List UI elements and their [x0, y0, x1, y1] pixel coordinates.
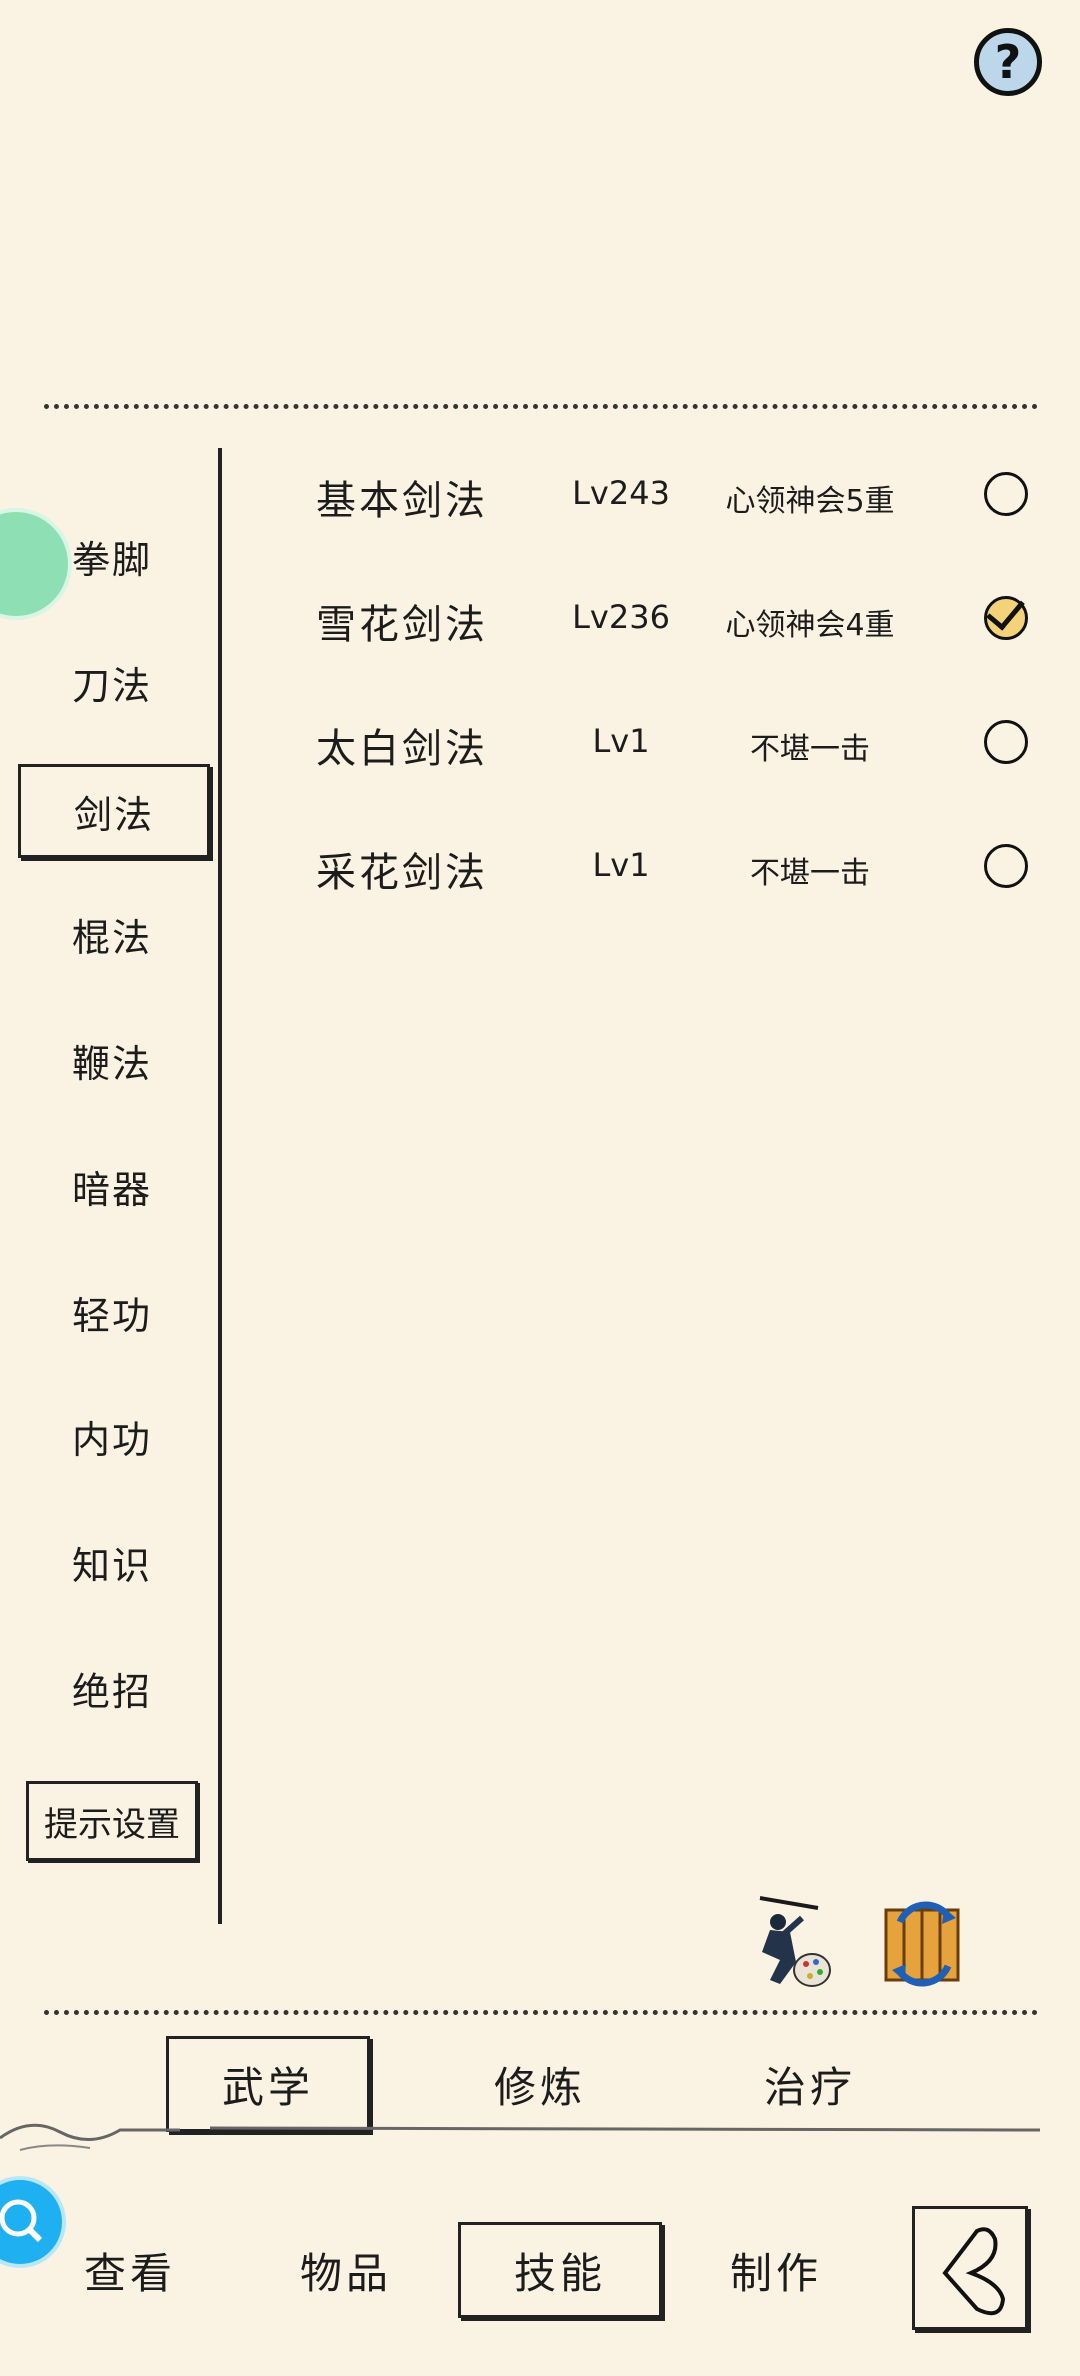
category-anqi[interactable]: 暗器	[30, 1150, 194, 1222]
sidebar-divider	[218, 448, 222, 1924]
skill-row[interactable]: 雪花剑法 Lv236 心领神会4重	[300, 572, 1040, 662]
back-arrow-icon	[942, 2227, 1006, 2316]
nav-jineng[interactable]: 技能	[458, 2222, 662, 2318]
nav-label: 制作	[729, 2248, 822, 2298]
category-label: 内功	[71, 1417, 152, 1462]
divider-top	[44, 404, 1038, 409]
category-daofa[interactable]: 刀法	[30, 646, 194, 718]
scroll-swap-icon[interactable]	[876, 1892, 972, 1992]
category-label: 暗器	[71, 1167, 152, 1212]
category-bianfa[interactable]: 鞭法	[30, 1024, 194, 1096]
category-label: 拳脚	[71, 537, 152, 582]
category-label: 鞭法	[71, 1041, 152, 1086]
nav-label: 物品	[299, 2248, 392, 2298]
skill-rank: 心领神会4重	[725, 608, 895, 643]
back-button[interactable]	[912, 2206, 1028, 2330]
category-label: 刀法	[71, 663, 152, 708]
skill-row[interactable]: 太白剑法 Lv1 不堪一击	[300, 696, 1040, 786]
skill-name: 雪花剑法	[316, 602, 488, 648]
category-label: 绝招	[71, 1669, 152, 1714]
nav-zhizuo[interactable]: 制作	[686, 2222, 866, 2318]
skill-level: Lv236	[572, 598, 670, 636]
skill-level: Lv243	[572, 474, 670, 512]
skill-name: 太白剑法	[316, 726, 488, 772]
skill-rank: 不堪一击	[750, 732, 870, 767]
nav-label: 查看	[83, 2248, 176, 2298]
category-zhishi[interactable]: 知识	[30, 1526, 194, 1598]
category-qinggong[interactable]: 轻功	[30, 1276, 194, 1348]
skill-level: Lv1	[592, 722, 650, 760]
skill-select-radio[interactable]	[984, 720, 1028, 764]
divider-bottom	[44, 2010, 1038, 2015]
help-button[interactable]: ?	[974, 28, 1042, 96]
tab-label: 修炼	[493, 2062, 586, 2112]
tab-label: 治疗	[763, 2062, 856, 2112]
category-quanjiao[interactable]: 拳脚	[30, 520, 194, 592]
category-juezhao[interactable]: 绝招	[30, 1652, 194, 1724]
category-label: 剑法	[73, 792, 154, 837]
skill-select-radio-checked[interactable]	[984, 596, 1028, 640]
nav-label: 技能	[513, 2248, 606, 2298]
category-label: 棍法	[71, 915, 152, 960]
tip-settings-button[interactable]: 提示设置	[26, 1781, 198, 1861]
tab-label: 武学	[221, 2062, 314, 2112]
skill-rank: 心领神会5重	[725, 484, 895, 519]
category-gunfa[interactable]: 棍法	[30, 898, 194, 970]
wave-decoration	[0, 2123, 1041, 2151]
category-jianfa[interactable]: 剑法	[18, 764, 210, 858]
skill-row[interactable]: 基本剑法 Lv243 心领神会5重	[300, 448, 1040, 538]
skill-rank: 不堪一击	[750, 856, 870, 891]
category-neigong[interactable]: 内功	[30, 1400, 194, 1472]
skill-name: 采花剑法	[316, 850, 488, 896]
nav-chakan[interactable]: 查看	[40, 2222, 220, 2318]
category-label: 轻功	[71, 1293, 152, 1338]
swordsman-palette-icon[interactable]	[740, 1892, 836, 1992]
nav-wupin[interactable]: 物品	[256, 2222, 436, 2318]
question-circle-icon: ?	[994, 35, 1022, 89]
skill-select-radio[interactable]	[984, 472, 1028, 516]
skill-row[interactable]: 采花剑法 Lv1 不堪一击	[300, 820, 1040, 910]
skill-name: 基本剑法	[316, 478, 488, 524]
tip-settings-label: 提示设置	[44, 1804, 180, 1845]
skill-select-radio[interactable]	[984, 844, 1028, 888]
category-label: 知识	[71, 1543, 152, 1588]
skill-level: Lv1	[592, 846, 650, 884]
